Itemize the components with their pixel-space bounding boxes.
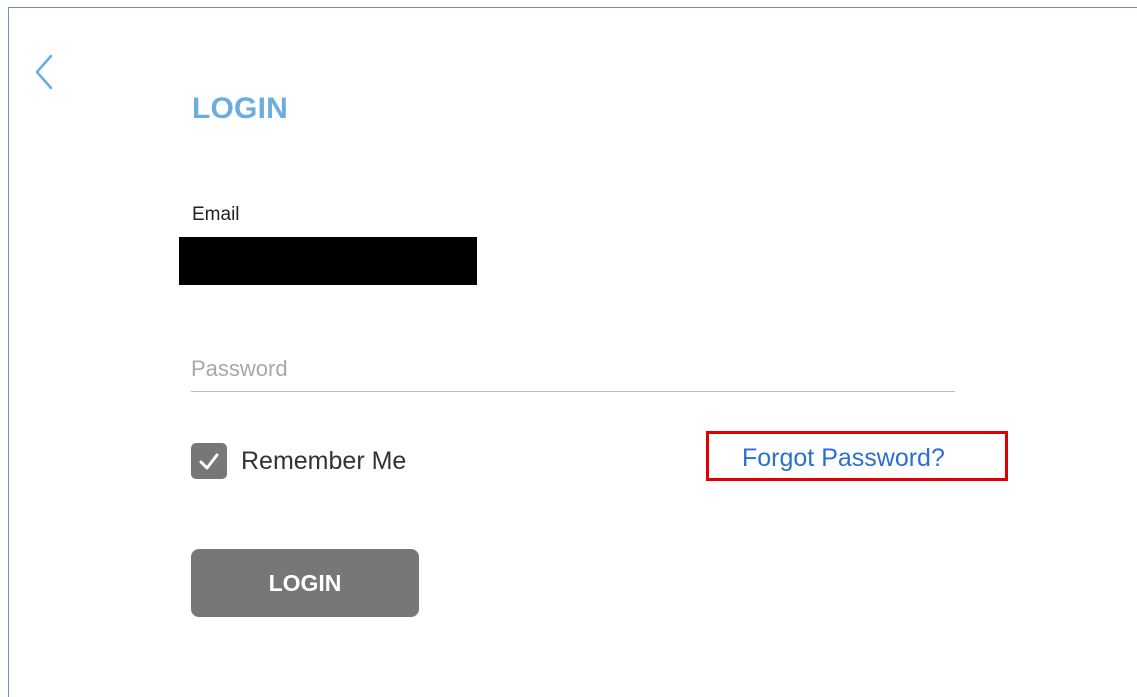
password-field[interactable] <box>191 347 955 392</box>
remember-me-checkbox[interactable] <box>191 443 227 479</box>
email-label: Email <box>192 204 240 225</box>
forgot-password-link[interactable]: Forgot Password? <box>742 444 945 473</box>
checkmark-icon <box>199 453 219 470</box>
chevron-left-icon <box>31 50 61 94</box>
login-panel: LOGIN Email Remember Me Forgot Password?… <box>8 7 1137 697</box>
login-button[interactable]: LOGIN <box>191 549 419 617</box>
email-field-redacted[interactable] <box>179 237 477 285</box>
page-title: LOGIN <box>192 92 288 125</box>
back-button[interactable] <box>31 50 61 94</box>
remember-me-toggle[interactable]: Remember Me <box>191 442 406 480</box>
remember-me-label: Remember Me <box>241 446 407 475</box>
